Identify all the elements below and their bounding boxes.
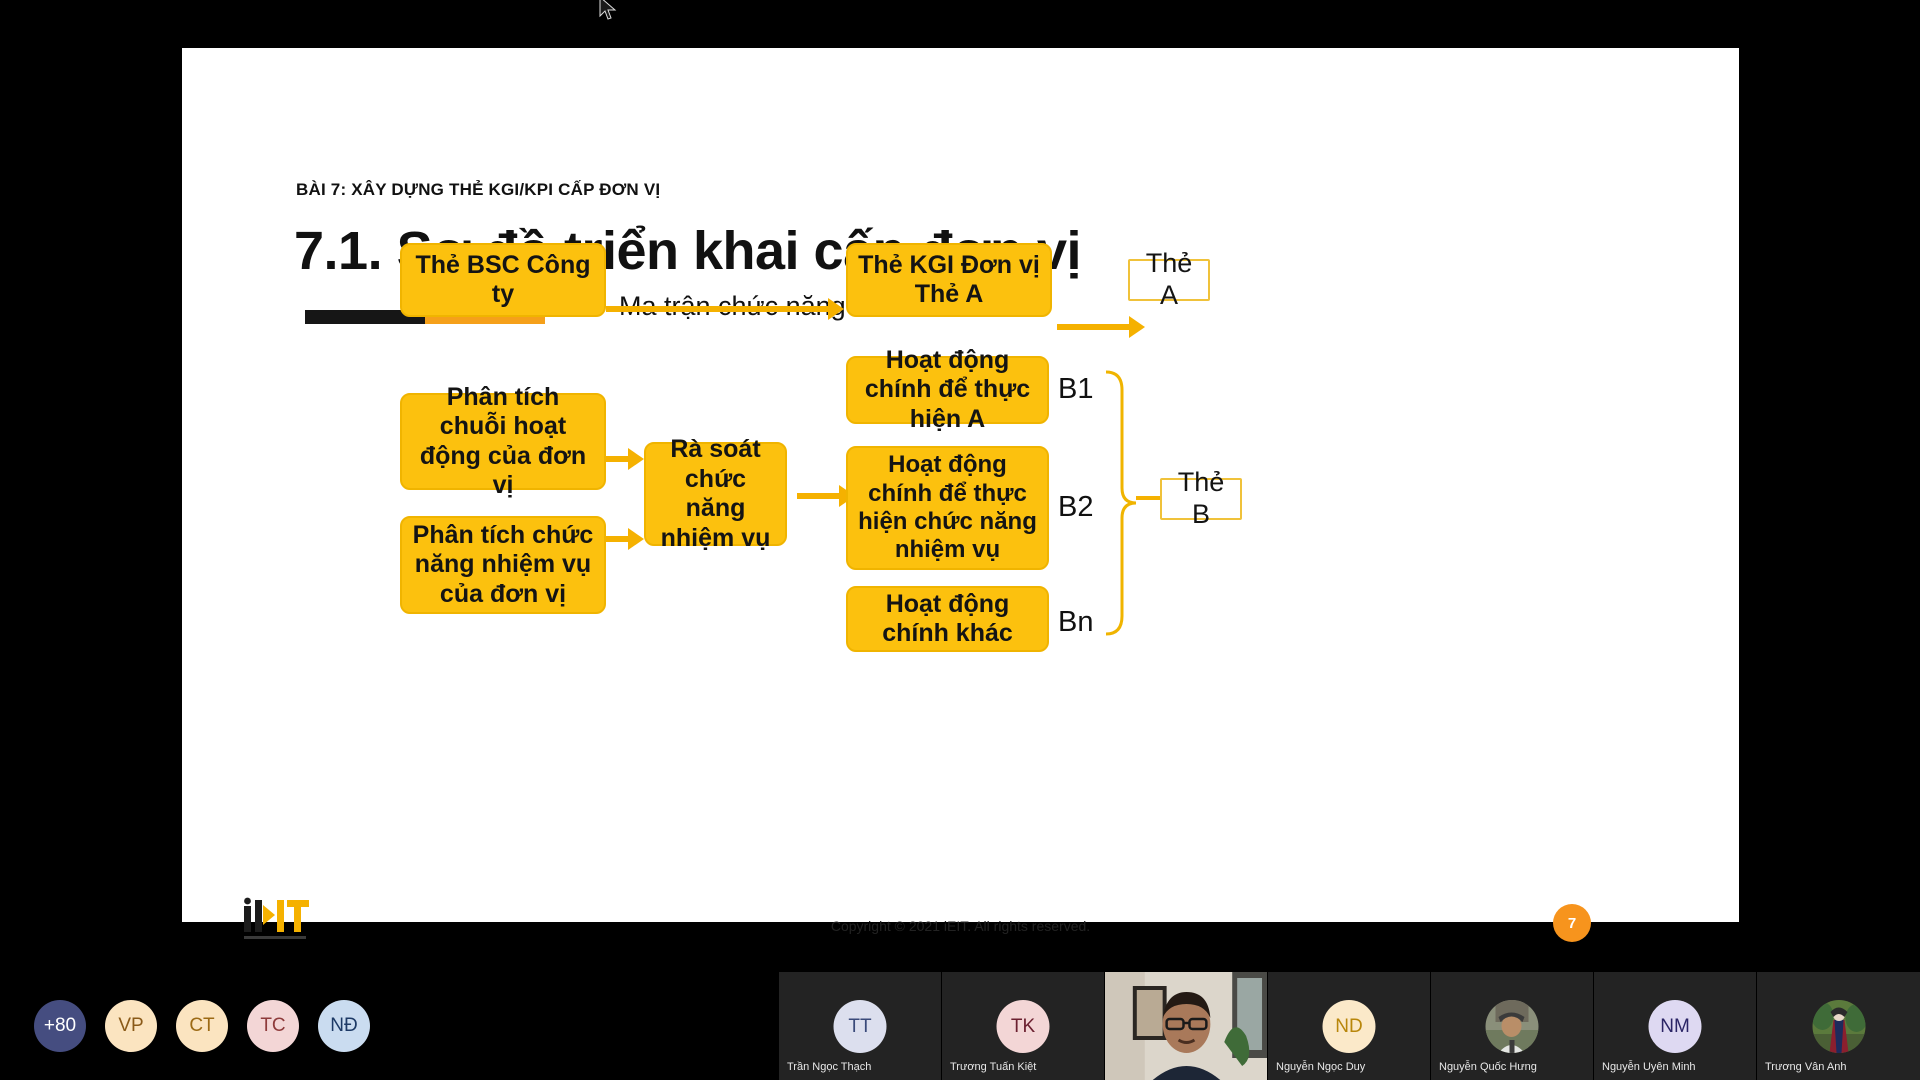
participant-video-tile[interactable] [1105, 972, 1268, 1080]
node-ra-soat-chuc-nang-nhiem-vu: Rà soát chức năng nhiệm vụ [644, 435, 787, 552]
participant-avatar-nd[interactable]: NĐ [318, 1000, 370, 1052]
slide-page-badge: 7 [1553, 904, 1591, 942]
participant-tile[interactable]: Trương Vân Anh [1757, 972, 1920, 1080]
avatar: TK [996, 1000, 1050, 1053]
presentation-slide: BÀI 7: XÂY DỰNG THẺ KGI/KPI CẤP ĐƠN VỊ 7… [182, 48, 1739, 942]
participant-filmstrip: +80 VP CT TC NĐ TT Trần Ngọc Thạch TK Tr… [0, 972, 1920, 1080]
arrow-bsc-to-kgi [606, 298, 846, 320]
participant-avatar-tc[interactable]: TC [247, 1000, 299, 1052]
participant-name: Trần Ngọc Thạch [787, 1061, 872, 1073]
participant-tile[interactable]: Nguyễn Quốc Hưng [1431, 972, 1594, 1080]
participant-tile[interactable]: NM Nguyễn Uyên Minh [1594, 972, 1757, 1080]
avatar: TT [833, 1000, 887, 1053]
participant-avatar-group: +80 VP CT TC NĐ [0, 972, 370, 1080]
arrow-kgi-to-the-a [1057, 316, 1147, 338]
participant-tile[interactable]: TK Trương Tuấn Kiệt [942, 972, 1105, 1080]
node-phan-tich-chuc-nang-nhiem-vu: Phân tích chức năng nhiệm vụ của đơn vị [400, 516, 606, 614]
node-the-b: Thẻ B [1160, 467, 1242, 529]
node-hoat-dong-chinh-chuc-nang: Hoạt động chính để thực hiện chức năng n… [846, 446, 1049, 570]
participant-name: Nguyễn Uyên Minh [1602, 1061, 1696, 1073]
participant-name: Trương Tuấn Kiệt [950, 1061, 1037, 1073]
participant-avatar-ct[interactable]: CT [176, 1000, 228, 1052]
participant-avatar-vp[interactable]: VP [105, 1000, 157, 1052]
branch-label-b2: B2 [1058, 491, 1094, 523]
avatar: NM [1648, 1000, 1702, 1053]
participant-tile[interactable]: ND Nguyễn Ngọc Duy [1268, 972, 1431, 1080]
avatar-photo [1812, 1000, 1865, 1053]
arrow-chuoi-to-rasoat [606, 448, 646, 470]
node-the-bsc-cong-ty: Thẻ BSC Công ty [400, 243, 606, 317]
participant-name: Trương Vân Anh [1765, 1061, 1847, 1073]
branch-label-b1: B1 [1058, 373, 1094, 405]
branch-label-bn: Bn [1058, 606, 1094, 638]
node-hoat-dong-chinh-khac: Hoạt động chính khác [846, 586, 1049, 652]
participant-name: Nguyễn Quốc Hưng [1439, 1061, 1537, 1073]
node-the-kgi-don-vi: Thẻ KGI Đơn vị Thẻ A [846, 243, 1052, 317]
avatar-photo [1485, 1000, 1539, 1053]
arrow-chucnang-to-rasoat [606, 528, 646, 550]
node-phan-tich-chuoi-hoat-dong: Phân tích chuỗi hoạt động của đơn vị [400, 383, 606, 499]
cursor-pointer-icon [599, 0, 617, 20]
participant-name: Nguyễn Ngọc Duy [1276, 1061, 1366, 1073]
node-hoat-dong-chinh-thuc-hien-a: Hoạt động chính để thực hiện A [846, 346, 1049, 433]
overflow-participants-badge[interactable]: +80 [34, 1000, 86, 1052]
avatar: ND [1322, 1000, 1376, 1053]
branch-brace [1105, 370, 1137, 636]
process-diagram: Thẻ BSC Công ty Ma trận chức năng Thẻ KG… [182, 48, 1739, 922]
copyright-text: Copyright © 2021 iEIT. All rights reserv… [830, 918, 1091, 934]
participant-tile[interactable]: TT Trần Ngọc Thạch [779, 972, 942, 1080]
node-the-a: Thẻ A [1128, 248, 1210, 310]
screen: BÀI 7: XÂY DỰNG THẺ KGI/KPI CẤP ĐƠN VỊ 7… [0, 0, 1920, 1080]
speaker-webcam-video [1105, 972, 1267, 1080]
